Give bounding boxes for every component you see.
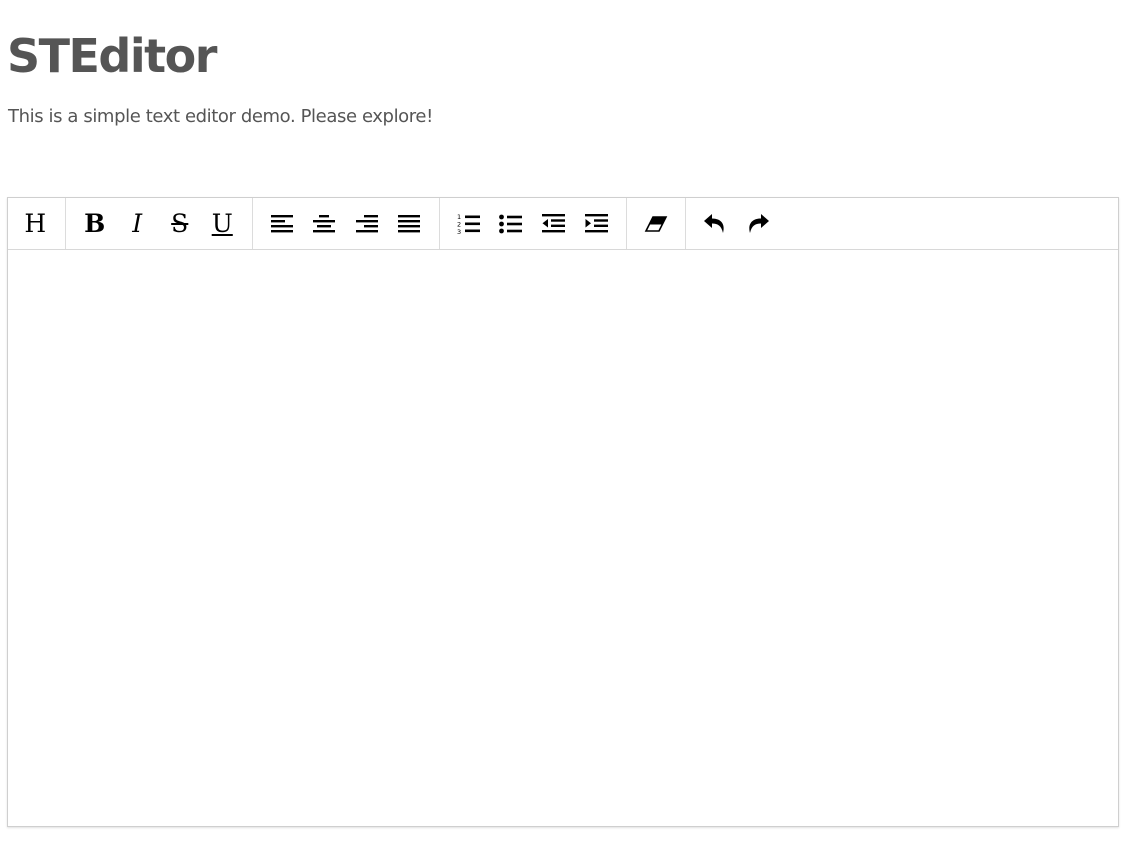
undo-button[interactable]: [694, 203, 737, 245]
unordered-list-button[interactable]: [490, 203, 533, 245]
toolbar-group-text-style: B I S U: [66, 198, 253, 249]
clear-formatting-button[interactable]: [635, 203, 678, 245]
align-left-button[interactable]: [261, 203, 304, 245]
eraser-icon: [644, 215, 668, 232]
svg-text:3: 3: [457, 228, 461, 235]
redo-button[interactable]: [737, 203, 780, 245]
ordered-list-icon: 1 2 3: [457, 213, 480, 235]
align-right-icon: [355, 214, 378, 232]
toolbar-group-history: [686, 198, 787, 249]
toolbar-group-alignment: [253, 198, 440, 249]
toolbar-group-heading: H: [8, 198, 66, 249]
indent-button[interactable]: [575, 203, 618, 245]
undo-icon: [704, 213, 724, 233]
align-justify-button[interactable]: [388, 203, 431, 245]
italic-button[interactable]: I: [116, 203, 159, 245]
bold-icon: B: [84, 209, 106, 238]
page-title: STEditor: [7, 29, 217, 83]
toolbar-group-lists: 1 2 3: [440, 198, 627, 249]
italic-icon: I: [132, 209, 143, 238]
bold-button[interactable]: B: [74, 203, 117, 245]
strikethrough-icon: S: [171, 209, 189, 238]
align-center-button[interactable]: [303, 203, 346, 245]
page-subtitle: This is a simple text editor demo. Pleas…: [8, 106, 433, 127]
unordered-list-icon: [499, 214, 523, 233]
align-justify-icon: [398, 214, 421, 232]
heading-button[interactable]: H: [14, 203, 57, 245]
ordered-list-button[interactable]: 1 2 3: [448, 203, 491, 245]
outdent-button[interactable]: [533, 203, 576, 245]
toolbar-group-clear: [627, 198, 686, 249]
underline-icon: U: [211, 209, 233, 238]
redo-icon: [749, 213, 769, 233]
text-editor: H B I S U 1 2 3: [7, 197, 1119, 827]
underline-button[interactable]: U: [201, 203, 244, 245]
align-left-icon: [270, 214, 293, 232]
indent-icon: [584, 214, 608, 233]
strikethrough-button[interactable]: S: [159, 203, 202, 245]
align-right-button[interactable]: [346, 203, 389, 245]
align-center-icon: [313, 214, 336, 232]
editor-content-area[interactable]: [8, 250, 1118, 826]
outdent-icon: [542, 214, 566, 233]
editor-toolbar: H B I S U 1 2 3: [8, 198, 1118, 250]
heading-icon: H: [24, 209, 47, 238]
